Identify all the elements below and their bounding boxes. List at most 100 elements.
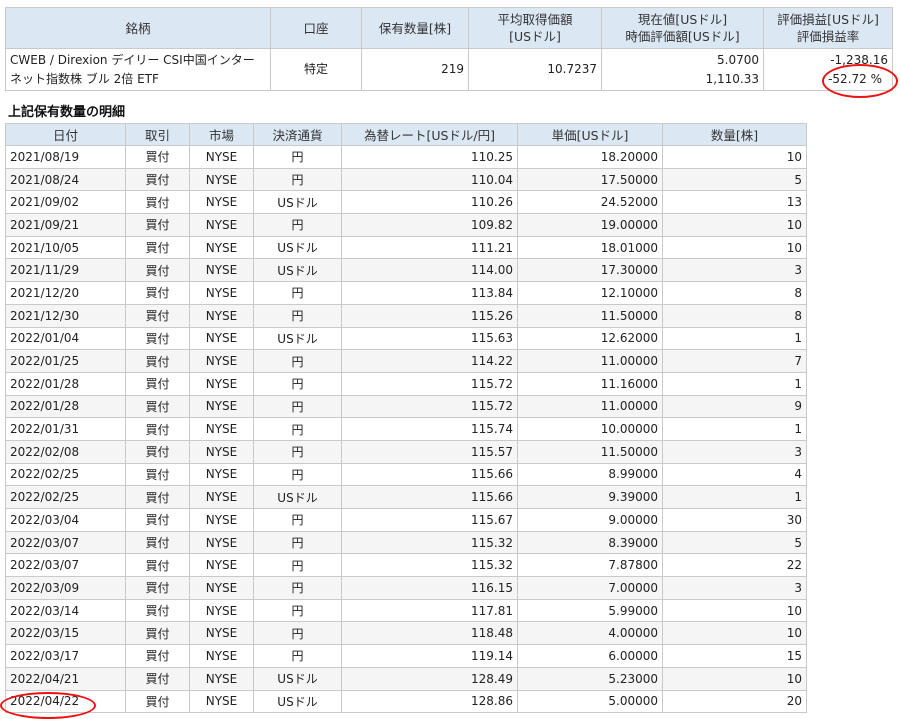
row-fx-rate: 114.22	[341, 349, 518, 373]
table-row: 2022/03/07 買付 NYSE 円 115.32 7.87800 22	[5, 553, 807, 578]
row-currency: USドル	[253, 689, 342, 714]
profit-loss: -1,238.16 -52.72 %	[763, 48, 893, 91]
row-trade: 買付	[125, 371, 190, 396]
row-qty: 4	[662, 462, 807, 487]
header-avg-cost-line1: 平均取得価額	[497, 12, 573, 27]
header-avg-cost: 平均取得価額 [USドル]	[468, 7, 602, 49]
row-market: NYSE	[189, 235, 254, 260]
holding-quantity: 219	[361, 48, 469, 91]
row-qty: 1	[662, 485, 807, 509]
row-currency: 円	[253, 145, 342, 169]
header-current-line2: 時価評価額[USドル]	[625, 29, 740, 44]
table-row: 2021/08/19 買付 NYSE 円 110.25 18.20000 10	[5, 145, 807, 169]
row-trade: 買付	[125, 326, 190, 351]
row-currency: 円	[253, 371, 342, 396]
row-currency: 円	[253, 462, 342, 487]
row-fx-rate: 128.86	[341, 689, 518, 714]
row-market: NYSE	[189, 439, 254, 464]
table-row: 2022/03/09 買付 NYSE 円 116.15 7.00000 3	[5, 576, 807, 600]
row-trade: 買付	[125, 439, 190, 464]
row-trade: 買付	[125, 508, 190, 532]
header-pl: 評価損益[USドル] 評価損益率	[763, 7, 893, 49]
row-qty: 10	[662, 145, 807, 169]
row-fx-rate: 110.26	[341, 190, 518, 215]
row-market: NYSE	[189, 689, 254, 714]
row-market: NYSE	[189, 303, 254, 328]
header-current-line1: 現在値[USドル]	[637, 12, 728, 27]
row-date: 2022/01/28	[5, 394, 126, 419]
row-qty: 15	[662, 644, 807, 668]
row-qty: 1	[662, 417, 807, 441]
row-unit-price: 12.10000	[517, 281, 663, 305]
row-market: NYSE	[189, 417, 254, 441]
row-trade: 買付	[125, 145, 190, 169]
table-row: 2022/03/15 買付 NYSE 円 118.48 4.00000 10	[5, 621, 807, 646]
row-fx-rate: 118.48	[341, 621, 518, 646]
row-date: 2022/04/22	[5, 689, 126, 714]
row-market: NYSE	[189, 644, 254, 668]
row-currency: USドル	[253, 326, 342, 351]
summary-header-row: 銘柄 口座 保有数量[株] 平均取得価額 [USドル] 現在値[USドル] 時価…	[5, 7, 893, 49]
row-market: NYSE	[189, 576, 254, 600]
row-date: 2021/12/20	[5, 281, 126, 305]
detail-header-row: 日付 取引 市場 決済通貨 為替レート[USドル/円] 単価[USドル] 数量[…	[5, 123, 807, 146]
detail-table: 日付 取引 市場 決済通貨 為替レート[USドル/円] 単価[USドル] 数量[…	[5, 123, 807, 714]
table-row: 2022/01/25 買付 NYSE 円 114.22 11.00000 7	[5, 349, 807, 373]
security-name[interactable]: CWEB / Direxion デイリー CSI中国インター ネット指数株 ブル…	[5, 48, 271, 91]
row-fx-rate: 119.14	[341, 644, 518, 668]
row-qty: 3	[662, 439, 807, 464]
row-fx-rate: 111.21	[341, 235, 518, 260]
table-row: 2022/02/08 買付 NYSE 円 115.57 11.50000 3	[5, 439, 807, 464]
row-qty: 3	[662, 576, 807, 600]
row-date: 2022/03/07	[5, 553, 126, 578]
header-quantity: 保有数量[株]	[361, 7, 469, 49]
row-date: 2021/08/19	[5, 145, 126, 169]
row-currency: 円	[253, 576, 342, 600]
row-market: NYSE	[189, 258, 254, 283]
table-row: 2021/09/21 買付 NYSE 円 109.82 19.00000 10	[5, 213, 807, 237]
row-unit-price: 7.00000	[517, 576, 663, 600]
row-fx-rate: 115.63	[341, 326, 518, 351]
row-qty: 7	[662, 349, 807, 373]
row-unit-price: 11.00000	[517, 394, 663, 419]
row-fx-rate: 115.66	[341, 485, 518, 509]
profit-loss-amount: -1,238.16	[830, 52, 888, 67]
row-qty: 10	[662, 621, 807, 646]
row-fx-rate: 114.00	[341, 258, 518, 283]
row-trade: 買付	[125, 462, 190, 487]
row-market: NYSE	[189, 394, 254, 419]
row-trade: 買付	[125, 530, 190, 555]
table-row: 2021/11/29 買付 NYSE USドル 114.00 17.30000 3	[5, 258, 807, 283]
row-qty: 3	[662, 258, 807, 283]
table-row: 2022/02/25 買付 NYSE 円 115.66 8.99000 4	[5, 462, 807, 487]
row-unit-price: 5.00000	[517, 689, 663, 714]
row-fx-rate: 128.49	[341, 666, 518, 691]
row-trade: 買付	[125, 235, 190, 260]
header-currency: 決済通貨	[253, 123, 342, 146]
row-date: 2022/04/21	[5, 666, 126, 691]
row-currency: 円	[253, 167, 342, 192]
row-qty: 10	[662, 666, 807, 691]
table-row: 2022/03/17 買付 NYSE 円 119.14 6.00000 15	[5, 644, 807, 668]
header-date: 日付	[5, 123, 126, 146]
row-unit-price: 9.00000	[517, 508, 663, 532]
row-qty: 10	[662, 235, 807, 260]
row-market: NYSE	[189, 281, 254, 305]
row-date: 2021/09/02	[5, 190, 126, 215]
row-qty: 8	[662, 281, 807, 305]
row-fx-rate: 115.72	[341, 394, 518, 419]
row-trade: 買付	[125, 621, 190, 646]
row-trade: 買付	[125, 213, 190, 237]
row-currency: USドル	[253, 258, 342, 283]
table-row: 2022/04/21 買付 NYSE USドル 128.49 5.23000 10	[5, 666, 807, 691]
row-unit-price: 18.20000	[517, 145, 663, 169]
table-row: 2022/03/04 買付 NYSE 円 115.67 9.00000 30	[5, 508, 807, 532]
row-currency: 円	[253, 303, 342, 328]
row-fx-rate: 116.15	[341, 576, 518, 600]
profit-loss-rate: -52.72 %	[828, 71, 882, 86]
average-cost: 10.7237	[468, 48, 602, 91]
row-unit-price: 17.50000	[517, 167, 663, 192]
row-trade: 買付	[125, 417, 190, 441]
row-fx-rate: 115.74	[341, 417, 518, 441]
row-unit-price: 5.23000	[517, 666, 663, 691]
